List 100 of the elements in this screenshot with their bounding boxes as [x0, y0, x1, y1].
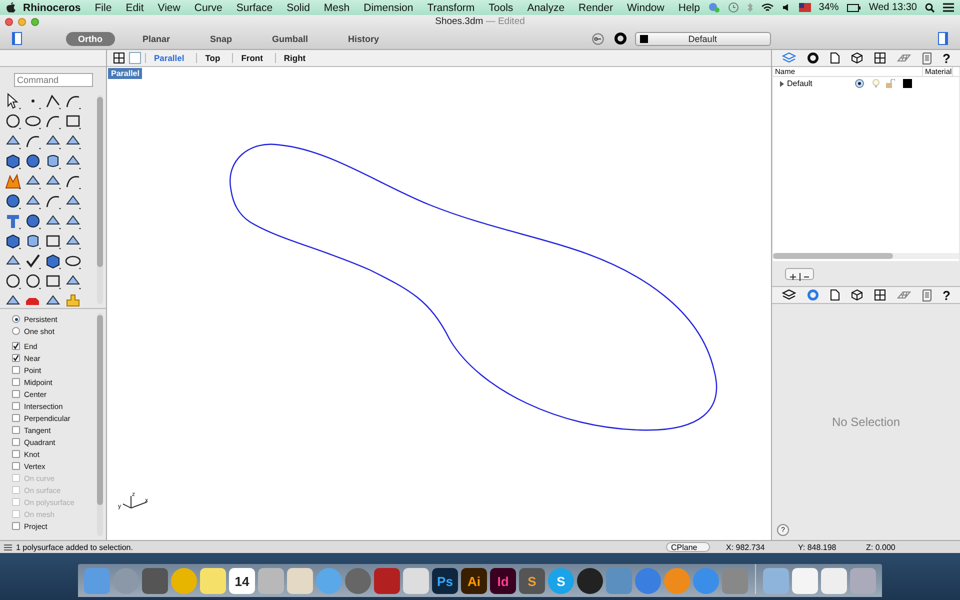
check-tool-icon[interactable] — [24, 252, 42, 270]
grid-icon[interactable] — [113, 52, 125, 64]
help-tab[interactable]: ? — [942, 288, 950, 302]
explode-tool-icon[interactable] — [4, 172, 22, 190]
z-coordinate: Z: 0.000 — [866, 542, 896, 552]
mode-toggle[interactable]: History — [336, 32, 392, 46]
grid-icon[interactable] — [874, 289, 886, 301]
mode-toggle[interactable]: Ortho — [66, 32, 114, 46]
key-icon[interactable] — [592, 32, 604, 44]
box-tool-icon[interactable] — [4, 152, 22, 170]
view-tab[interactable]: Parallel — [145, 53, 192, 63]
checkbox[interactable] — [12, 378, 20, 386]
y-coordinate: Y: 848.198 — [798, 542, 838, 552]
checkbox[interactable] — [12, 366, 20, 374]
clock-icon[interactable] — [728, 2, 739, 13]
zoom-window-icon[interactable] — [31, 18, 39, 26]
document-icon[interactable] — [830, 52, 840, 64]
cloud-sync-icon[interactable] — [708, 2, 720, 13]
grid-icon[interactable] — [874, 52, 886, 64]
checkbox[interactable] — [12, 522, 20, 530]
menu-item[interactable]: Edit — [118, 2, 151, 14]
polyline-tool-icon[interactable] — [44, 92, 62, 110]
expand-icon[interactable] — [779, 80, 785, 86]
checkbox[interactable] — [12, 426, 20, 434]
app-icon[interactable]: 14 — [229, 568, 255, 594]
layer-dropdown[interactable]: Default — [635, 32, 772, 46]
menu-item[interactable]: Curve — [187, 2, 230, 14]
view-tab[interactable]: Front — [232, 53, 271, 63]
cube-icon[interactable] — [850, 52, 862, 64]
ring-icon[interactable] — [614, 32, 628, 45]
radio-button[interactable] — [12, 327, 20, 335]
menu-item[interactable]: Solid — [280, 2, 317, 14]
ring-icon[interactable] — [806, 52, 818, 64]
window-title: Shoes.3dm — Edited — [435, 16, 526, 27]
horizontal-scrollbar[interactable] — [773, 253, 959, 259]
menu-item[interactable]: File — [88, 2, 119, 14]
mode-toggle[interactable]: Planar — [130, 32, 182, 46]
document-icon[interactable] — [830, 289, 840, 301]
mode-toggle[interactable]: Gumball — [260, 32, 320, 46]
layer-color-swatch[interactable] — [903, 79, 912, 88]
apple-icon[interactable] — [6, 2, 16, 13]
circle-tool-icon[interactable] — [4, 112, 22, 130]
checkbox[interactable] — [12, 438, 20, 446]
app-menu[interactable]: Rhinoceros — [16, 2, 88, 14]
checkbox[interactable] — [12, 462, 20, 470]
menu-item[interactable]: Tools — [482, 2, 520, 14]
view-tab[interactable]: Right — [274, 53, 314, 63]
help-tab[interactable]: ? — [942, 50, 950, 66]
current-layer-icon[interactable] — [855, 79, 864, 88]
close-window-icon[interactable] — [5, 18, 13, 26]
status-message: 1 polysurface added to selection. — [16, 542, 133, 552]
checkbox[interactable] — [12, 414, 20, 422]
layers-icon[interactable] — [782, 289, 796, 301]
menu-item[interactable]: Render — [572, 2, 620, 14]
hatched-plane-icon[interactable] — [896, 53, 910, 63]
checkbox[interactable] — [12, 342, 20, 350]
menu-item[interactable]: Transform — [420, 2, 482, 14]
hatched-plane-icon[interactable] — [896, 290, 910, 300]
speaker-icon[interactable] — [782, 3, 791, 12]
cube-icon[interactable] — [850, 289, 862, 301]
layer-name[interactable]: Default — [787, 79, 855, 88]
wifi-icon[interactable] — [760, 2, 774, 12]
x-coordinate: X: 982.734 — [726, 542, 766, 552]
menu-item[interactable]: Window — [620, 2, 672, 14]
add-remove-buttons[interactable] — [785, 268, 814, 280]
menu-item[interactable]: Dimension — [356, 2, 420, 14]
menu-icon[interactable] — [4, 544, 12, 550]
cplane-dropdown[interactable]: CPlane — [666, 542, 710, 552]
scrollbar[interactable] — [97, 95, 103, 304]
viewport-label[interactable]: Parallel — [108, 68, 142, 79]
checkbox[interactable] — [12, 402, 20, 410]
scroll-icon[interactable] — [922, 52, 932, 64]
text-tool-icon[interactable] — [4, 212, 22, 230]
sidebar-toggle-icon[interactable] — [12, 32, 22, 45]
mode-toggle[interactable]: Snap — [198, 32, 244, 46]
checkbox[interactable] — [12, 354, 20, 362]
checkbox[interactable] — [12, 390, 20, 398]
list-icon[interactable] — [943, 3, 954, 12]
app-icon[interactable]: Id — [490, 568, 516, 594]
checkbox[interactable] — [12, 450, 20, 458]
scroll-icon[interactable] — [922, 288, 932, 302]
scrollbar[interactable] — [97, 313, 103, 536]
sphere-tool-icon[interactable] — [24, 152, 42, 170]
battery-icon[interactable] — [846, 4, 861, 12]
panel-toggle-icon[interactable] — [938, 32, 948, 45]
menubar-clock[interactable]: Wed 13:30 — [868, 2, 917, 13]
view-tab[interactable]: Top — [196, 53, 228, 63]
battery-percentage: 34% — [818, 2, 839, 13]
radio-button[interactable] — [12, 315, 20, 323]
menu-item[interactable]: Analyze — [520, 2, 572, 14]
menu-item[interactable]: Mesh — [316, 2, 357, 14]
menu-item[interactable]: View — [150, 2, 188, 14]
command-field[interactable]: Command — [14, 73, 93, 87]
menu-item[interactable]: Surface — [229, 2, 280, 14]
no-selection-message: No Selection — [832, 415, 900, 429]
app-icon[interactable]: Ai — [461, 568, 487, 594]
menu-item[interactable]: Help — [671, 2, 707, 14]
app-icon[interactable]: Ps — [432, 568, 458, 594]
flag-icon[interactable] — [798, 3, 811, 12]
search-icon[interactable] — [925, 2, 935, 12]
